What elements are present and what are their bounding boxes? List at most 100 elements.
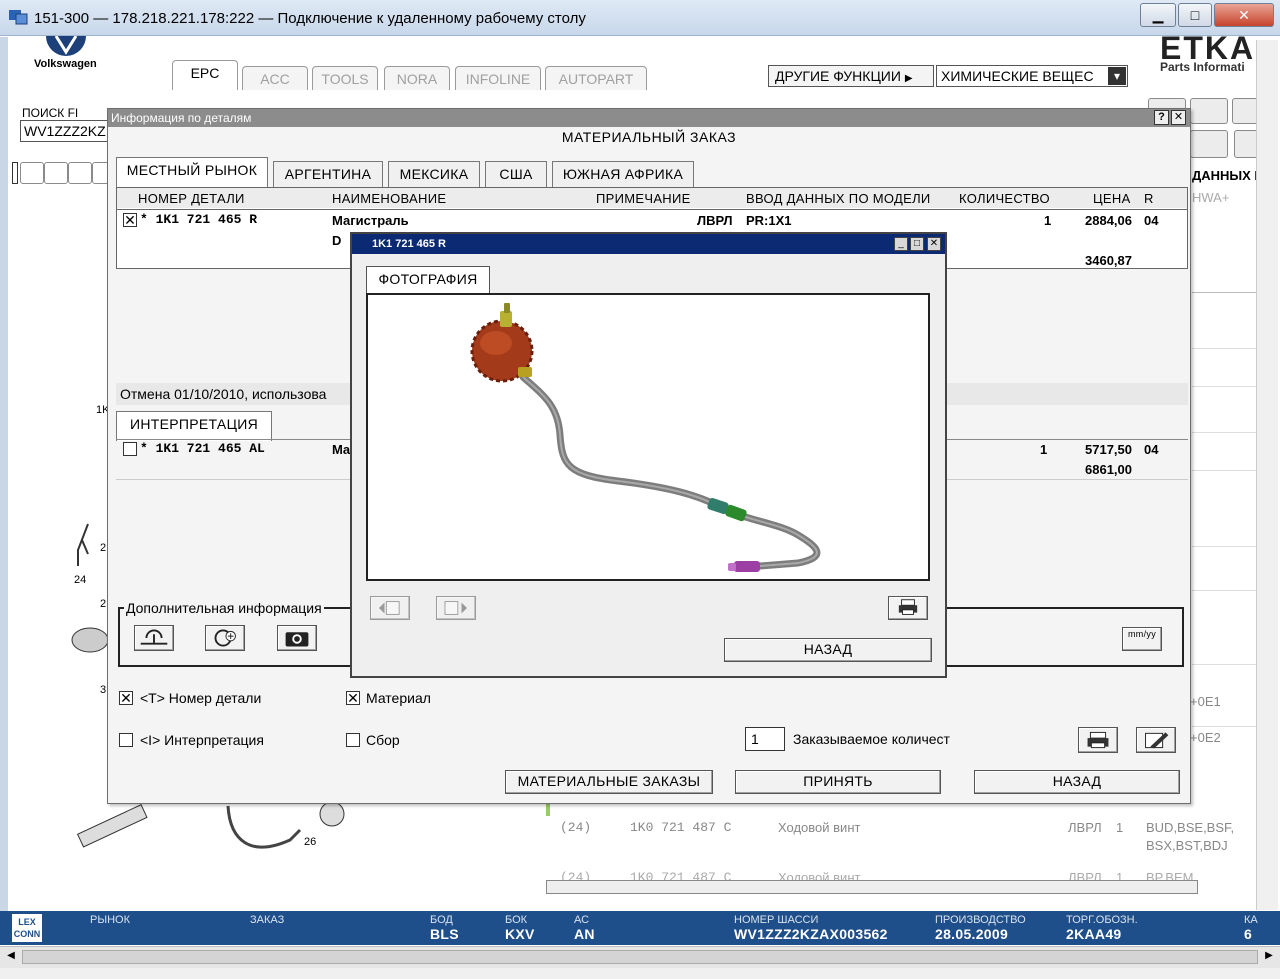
- scale-glyph: [140, 629, 168, 645]
- print-icon[interactable]: [1078, 727, 1118, 753]
- dialog-close-button[interactable]: ✕: [1171, 110, 1186, 125]
- material-orders-button[interactable]: МАТЕРИАЛЬНЫЕ ЗАКАЗЫ: [505, 770, 713, 794]
- bg-row-part: 1K0 721 487 C: [630, 820, 732, 835]
- zoom-fit-icon[interactable]: [68, 162, 92, 184]
- toolbar-grip: [12, 162, 18, 184]
- other-functions-button[interactable]: ДРУГИЕ ФУНКЦИИ ▶: [768, 65, 934, 87]
- tab-acc[interactable]: ACC: [242, 66, 308, 90]
- status-label-market: РЫНОК: [90, 914, 130, 926]
- code-0e2: +0E2: [1190, 730, 1221, 745]
- prev-photo-icon[interactable]: [370, 596, 410, 620]
- callout-3: 3: [100, 684, 107, 696]
- status-value-production: 28.05.2009: [935, 926, 1009, 942]
- circle-plus-icon[interactable]: [205, 625, 245, 651]
- help-button[interactable]: ?: [1154, 110, 1169, 125]
- bg-row-mark: ЛВРЛ: [1068, 820, 1102, 835]
- dialog-back-button[interactable]: НАЗАД: [974, 770, 1180, 794]
- status-label-ac: АС: [574, 914, 590, 926]
- status-value-bod: BLS: [430, 926, 459, 942]
- col-part-number: НОМЕР ДЕТАЛИ: [138, 191, 245, 206]
- camera-icon[interactable]: [277, 625, 317, 651]
- bg-row-pos: (24): [560, 820, 592, 835]
- chemicals-select[interactable]: ХИМИЧЕСКИЕ ВЕЩЕС: [936, 65, 1128, 87]
- bg-drawing-left: [71, 523, 109, 653]
- bg-row-qty: 1: [1116, 820, 1124, 835]
- order-quantity-label: Заказываемое количест: [793, 731, 950, 747]
- horizontal-scrollbar[interactable]: ◀ ▶: [0, 946, 1280, 968]
- part-number-checkbox[interactable]: ✕: [119, 691, 133, 705]
- tab-mexico[interactable]: МЕКСИКА: [388, 161, 480, 187]
- row2-name: Ma: [332, 442, 351, 457]
- order-quantity-input[interactable]: 1: [745, 727, 785, 751]
- tab-autopart[interactable]: AUTOPART: [545, 66, 647, 90]
- zoom-out-icon[interactable]: [44, 162, 68, 184]
- scroll-left-icon[interactable]: ◀: [4, 950, 18, 964]
- minimize-button[interactable]: ▁: [1140, 3, 1176, 27]
- search-input[interactable]: WV1ZZZ2KZ: [20, 120, 112, 142]
- remote-desktop-icon: [9, 10, 28, 25]
- row1-model: PR:1X1: [746, 213, 792, 228]
- col-model: ВВОД ДАННЫХ ПО МОДЕЛИ: [746, 191, 931, 206]
- row2-checkbox[interactable]: [123, 442, 137, 456]
- tab-local-market[interactable]: МЕСТНЫЙ РЫНОК: [116, 157, 268, 187]
- material-checkbox[interactable]: ✕: [346, 691, 360, 705]
- dialog-header: Информация по деталям: [108, 109, 1190, 127]
- tab-interpretation[interactable]: ИНТЕРПРЕТАЦИЯ: [116, 411, 272, 441]
- row1-part: * 1K1 721 465 R: [140, 212, 258, 227]
- data-label: ДАННЫХ П: [1192, 168, 1264, 183]
- chevron-down-icon[interactable]: ▾: [1108, 67, 1126, 85]
- maximize-button[interactable]: □: [1178, 3, 1212, 27]
- triangle-right-icon: ▶: [904, 73, 913, 84]
- status-value-chassis: WV1ZZZ2KZAX003562: [734, 926, 888, 942]
- interpretation-checkbox[interactable]: [119, 733, 133, 747]
- tab-nora[interactable]: NORA: [384, 66, 450, 90]
- scale-icon[interactable]: [134, 625, 174, 651]
- popup-close-button[interactable]: ✕: [927, 237, 941, 251]
- scroll-thumb[interactable]: [22, 950, 1258, 964]
- edit-icon[interactable]: [1136, 727, 1176, 753]
- first-page-icon[interactable]: [1190, 130, 1228, 158]
- date-format-icon[interactable]: mm/yy: [1122, 627, 1162, 651]
- popup-minimize-button[interactable]: _: [894, 237, 908, 251]
- status-value-bok: KXV: [505, 926, 535, 942]
- tab-photo[interactable]: ФОТОГРАФИЯ: [366, 266, 490, 294]
- photo-print-icon[interactable]: [888, 596, 928, 620]
- interpretation-option-label: <I> Интерпретация: [140, 732, 264, 748]
- status-label-order: ЗАКАЗ: [250, 914, 285, 926]
- reservoir: [470, 303, 534, 383]
- col-r: R: [1144, 191, 1154, 206]
- assembly-checkbox[interactable]: [346, 733, 360, 747]
- status-label-ka: КА: [1244, 914, 1258, 926]
- scroll-right-icon[interactable]: ▶: [1262, 950, 1276, 964]
- tab-infoline[interactable]: INFOLINE: [455, 66, 541, 90]
- popup-back-button[interactable]: НАЗАД: [724, 638, 932, 662]
- zoom-in-icon[interactable]: [20, 162, 44, 184]
- assembly-option-label: Сбор: [366, 732, 400, 748]
- tab-south-africa[interactable]: ЮЖНАЯ АФРИКА: [552, 161, 694, 187]
- row1-checkbox[interactable]: ✕: [123, 213, 137, 227]
- popup-maximize-button[interactable]: □: [910, 237, 924, 251]
- bg-drawing-bottom: [76, 801, 345, 849]
- tab-epc[interactable]: EPC: [172, 60, 238, 90]
- status-value-ac: AN: [574, 926, 595, 942]
- tab-tools[interactable]: TOOLS: [312, 66, 378, 90]
- vertical-scrollbar[interactable]: [1256, 40, 1278, 910]
- row1-price: 2884,06: [1085, 213, 1132, 228]
- row2-price-gross: 6861,00: [1085, 462, 1132, 477]
- hwa-label: HWA+: [1192, 190, 1230, 205]
- search-label: ПОИСК FI: [22, 106, 79, 120]
- tab-usa[interactable]: США: [485, 161, 547, 187]
- lexcom-logo: LEX CONN: [12, 914, 42, 942]
- close-button[interactable]: ✕: [1214, 3, 1274, 27]
- etka-subtitle: Parts Informati: [1160, 60, 1245, 74]
- bg-row-name: Ходовой винт: [778, 820, 861, 835]
- toolbar-pages-icon[interactable]: [1190, 98, 1228, 124]
- status-label-bok: БОК: [505, 914, 528, 926]
- accept-button[interactable]: ПРИНЯТЬ: [735, 770, 941, 794]
- popup-title: 1K1 721 465 R: [352, 234, 945, 254]
- window-title: 151-300 — 178.218.221.178:222 — Подключе…: [34, 10, 586, 27]
- bg-table-scrollbar[interactable]: [546, 880, 1198, 894]
- status-value-trade: 2KAA49: [1066, 926, 1122, 942]
- next-photo-icon[interactable]: [436, 596, 476, 620]
- tab-argentina[interactable]: АРГЕНТИНА: [273, 161, 383, 187]
